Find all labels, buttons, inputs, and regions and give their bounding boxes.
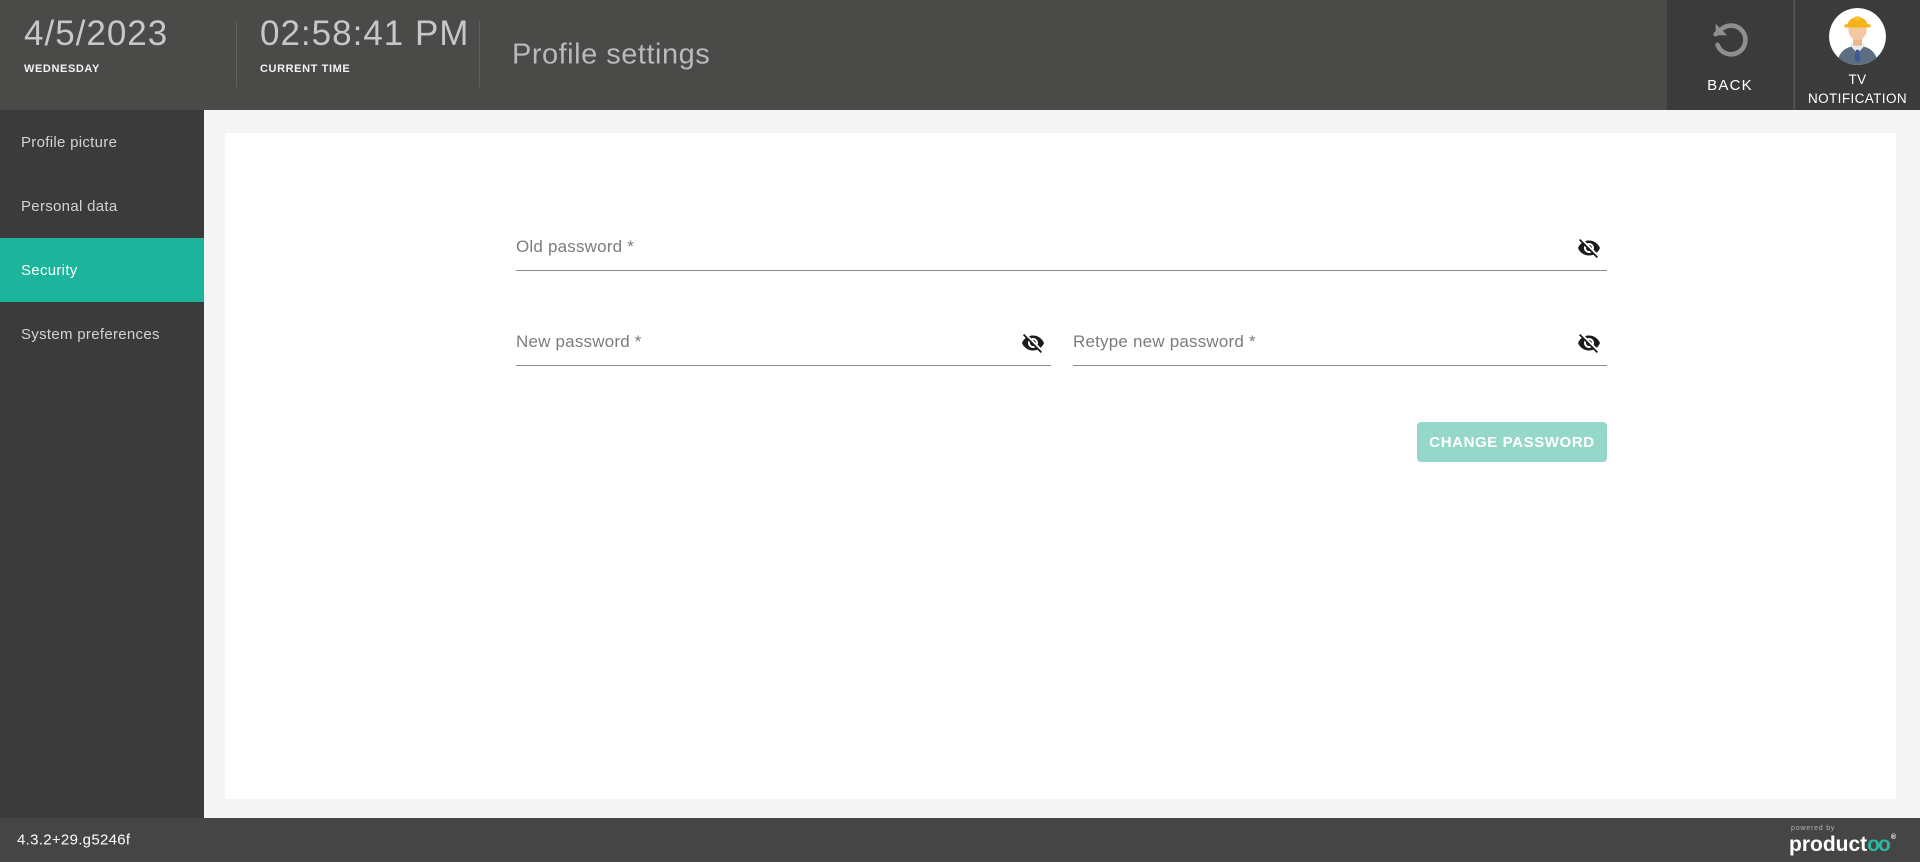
worker-avatar xyxy=(1829,7,1886,65)
eye-off-icon[interactable] xyxy=(1577,331,1601,355)
time-block: 02:58:41 PM CURRENT TIME xyxy=(260,14,469,75)
sidebar-item-security[interactable]: Security xyxy=(0,238,204,302)
eye-off-icon[interactable] xyxy=(1577,236,1601,260)
date-block: 4/5/2023 WEDNESDAY xyxy=(24,14,168,75)
new-password-underline xyxy=(516,365,1051,366)
registered-mark: ® xyxy=(1890,834,1896,841)
sidebar-item-personal-data[interactable]: Personal data xyxy=(0,174,204,238)
change-password-button[interactable]: CHANGE PASSWORD xyxy=(1417,422,1607,462)
productoo-logo: powered by productoo ® xyxy=(1789,825,1896,855)
content-area: Old password * New password * Retype new… xyxy=(204,110,1920,818)
security-panel: Old password * New password * Retype new… xyxy=(225,133,1896,799)
brand-wordmark: productoo ® xyxy=(1789,833,1896,856)
settings-sidebar: Profile picture Personal data Security S… xyxy=(0,110,204,818)
header-divider xyxy=(236,21,237,87)
retype-password-underline xyxy=(1073,365,1607,366)
sidebar-item-label: Personal data xyxy=(21,197,118,215)
current-time-label: CURRENT TIME xyxy=(260,63,351,75)
back-button-label: BACK xyxy=(1707,76,1753,94)
new-password-label: New password * xyxy=(516,332,642,351)
user-name-line1: TV xyxy=(1848,71,1867,87)
top-header-bar: 4/5/2023 WEDNESDAY 02:58:41 PM CURRENT T… xyxy=(0,0,1920,110)
old-password-label: Old password * xyxy=(516,237,635,256)
app-version: 4.3.2+29.g5246f xyxy=(17,831,131,849)
old-password-underline xyxy=(516,270,1607,271)
brand-oo-infinity: oo xyxy=(1867,833,1891,856)
sidebar-item-profile-picture[interactable]: Profile picture xyxy=(0,110,204,174)
user-profile-button[interactable]: TV NOTIFICATION xyxy=(1794,0,1920,110)
undo-arrow-icon xyxy=(1707,17,1753,68)
old-password-field[interactable]: Old password * xyxy=(516,237,1607,271)
powered-by-label: powered by xyxy=(1791,825,1836,832)
new-password-field[interactable]: New password * xyxy=(516,332,1051,366)
page-title: Profile settings xyxy=(512,38,711,71)
eye-off-icon[interactable] xyxy=(1021,331,1045,355)
back-button[interactable]: BACK xyxy=(1667,0,1793,110)
current-date: 4/5/2023 xyxy=(24,14,169,53)
sidebar-item-system-preferences[interactable]: System preferences xyxy=(0,302,204,366)
retype-password-field[interactable]: Retype new password * xyxy=(1073,332,1607,366)
sidebar-item-label: Security xyxy=(21,261,78,279)
current-time: 02:58:41 PM xyxy=(260,14,470,53)
weekday-label: WEDNESDAY xyxy=(24,63,100,75)
sidebar-item-label: Profile picture xyxy=(21,133,118,151)
header-divider xyxy=(479,21,480,87)
retype-password-label: Retype new password * xyxy=(1073,332,1256,351)
sidebar-item-label: System preferences xyxy=(21,325,160,343)
user-name-line2: NOTIFICATION xyxy=(1807,90,1908,106)
footer-bar: 4.3.2+29.g5246f powered by productoo ® xyxy=(0,818,1920,862)
